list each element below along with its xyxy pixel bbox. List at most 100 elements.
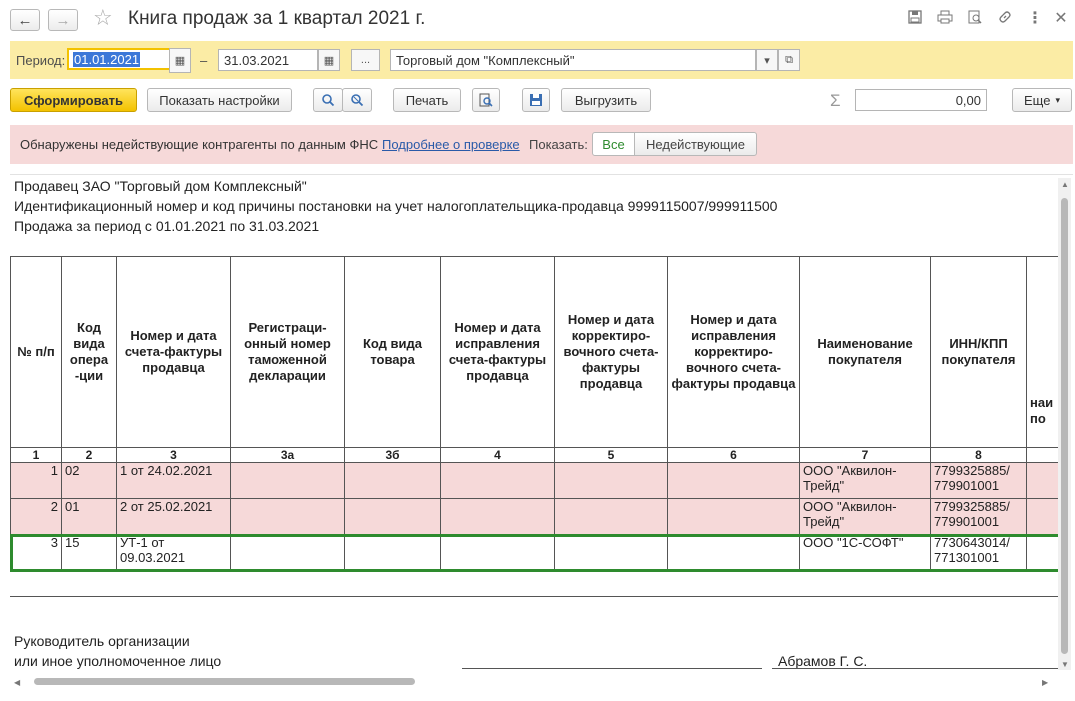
arrow-right-icon: → [55, 11, 71, 29]
search-button[interactable] [313, 88, 343, 112]
print-button[interactable]: Печать [393, 88, 461, 112]
header-cell: Код вида товара [344, 256, 441, 448]
period-dash: – [200, 53, 208, 68]
buyer-cell: ООО "1С-СОФТ" [799, 534, 931, 571]
table-bottom-line [10, 596, 1058, 597]
date-to-calendar-button[interactable]: ▦ [318, 49, 340, 71]
operation-code: 15 [61, 534, 117, 571]
inn-cell: 7730643014/ 771301001 [930, 534, 1027, 571]
column-number: 8 [930, 447, 1027, 463]
back-button[interactable]: ← [10, 9, 40, 31]
invoice-cell: УТ-1 от 09.03.2021 [116, 534, 231, 571]
inn-line: Идентификационный номер и код причины по… [14, 198, 778, 214]
row-number: 2 [10, 498, 62, 535]
period-line: Продажа за период с 01.01.2021 по 31.03.… [14, 218, 320, 234]
search-reset-icon [351, 94, 364, 107]
organization-select[interactable]: Торговый дом "Комплексный" [390, 49, 756, 71]
column-number: 6 [667, 447, 800, 463]
forward-button[interactable]: → [48, 9, 78, 31]
header-cell: Номер и дата счета-фактуры продавца [116, 256, 231, 448]
warning-text: Обнаружены недействующие контрагенты по … [20, 137, 379, 152]
signature-name: Абрамов Г. С. [778, 653, 868, 669]
link-icon[interactable] [996, 10, 1014, 28]
column-numbers-row: 1 2 3 3а 3б 4 5 6 7 8 [10, 447, 1067, 463]
open-window-icon: ⧉ [785, 53, 793, 66]
operation-code: 01 [61, 498, 117, 535]
save-icon [530, 94, 542, 106]
report-area: Продавец ЗАО "Торговый дом Комплексный" … [10, 174, 1073, 691]
column-number: 3б [344, 447, 441, 463]
check-details-link[interactable]: Подробнее о проверке [382, 137, 520, 152]
save-report-button[interactable] [522, 88, 550, 112]
period-select-button[interactable]: ... [351, 49, 380, 71]
column-number: 4 [440, 447, 555, 463]
filter-all-button[interactable]: Все [592, 132, 635, 156]
column-number: 2 [61, 447, 117, 463]
date-from-input[interactable]: 01.01.2021 [67, 48, 171, 70]
date-from-calendar-button[interactable]: ▦ [169, 48, 191, 73]
table-header-row: № п/п Код вида опера -ции Номер и дата с… [10, 256, 1067, 448]
column-number: 1 [10, 447, 62, 463]
header-cell: ИНН/КПП покупателя [930, 256, 1027, 448]
column-number: 7 [799, 447, 931, 463]
print-icon[interactable] [936, 10, 954, 28]
signature-line [462, 668, 762, 669]
export-button[interactable]: Выгрузить [561, 88, 651, 112]
scroll-left-arrow-icon[interactable]: ◀ [14, 678, 20, 687]
scroll-down-arrow-icon[interactable]: ▼ [1061, 660, 1069, 669]
header-cell: Регистраци- онный номер таможенной декла… [230, 256, 345, 448]
header-cell: № п/п [10, 256, 62, 448]
arrow-left-icon: ← [17, 11, 33, 29]
signature-title-line2: или иное уполномоченное лицо [14, 653, 222, 669]
inn-cell: 7799325885/ 779901001 [930, 462, 1027, 499]
scroll-up-arrow-icon[interactable]: ▲ [1061, 180, 1069, 189]
header-cell: Наименование покупателя [799, 256, 931, 448]
name-line [772, 668, 1058, 669]
more-menu-icon[interactable]: ⋮ [1026, 10, 1044, 28]
generate-button[interactable]: Сформировать [10, 88, 137, 112]
organization-open-button[interactable]: ⧉ [778, 49, 800, 71]
horizontal-scroll-thumb[interactable] [34, 678, 415, 685]
scroll-right-arrow-icon[interactable]: ▶ [1042, 678, 1048, 687]
more-button[interactable]: Еще ▾ [1012, 88, 1072, 112]
operation-code: 02 [61, 462, 117, 499]
save-icon[interactable] [906, 10, 924, 28]
signature-title-line1: Руководитель организации [14, 633, 190, 649]
column-number: 3а [230, 447, 345, 463]
favorite-star-icon[interactable]: ☆ [93, 7, 113, 29]
search-reset-button[interactable] [342, 88, 372, 112]
organization-dropdown-button[interactable]: ▾ [756, 49, 778, 71]
header-cell: Номер и дата исправления корректиро- воч… [667, 256, 800, 448]
show-label: Показать: [529, 137, 588, 152]
header-cell: Номер и дата исправления счета-фактуры п… [440, 256, 555, 448]
chevron-down-icon: ▾ [764, 54, 770, 67]
period-label: Период: [16, 53, 66, 68]
window-title: Книга продаж за 1 квартал 2021 г. [128, 8, 426, 29]
preview-icon[interactable] [966, 10, 984, 28]
filter-inactive-button[interactable]: Недействующие [634, 132, 757, 156]
table-row[interactable]: 2 01 2 от 25.02.2021 ООО "Аквилон-Трейд"… [10, 498, 1067, 535]
row-number: 1 [10, 462, 62, 499]
show-settings-button[interactable]: Показать настройки [147, 88, 292, 112]
header-cell: Номер и дата корректиро- вочного счета-ф… [554, 256, 668, 448]
calendar-icon: ▦ [323, 54, 335, 67]
sales-book-table: № п/п Код вида опера -ции Номер и дата с… [10, 256, 1068, 572]
sum-icon: Σ [830, 91, 841, 110]
chevron-down-icon: ▾ [1055, 94, 1060, 105]
header-cell: Код вида опера -ции [61, 256, 117, 448]
calendar-icon: ▦ [174, 55, 186, 67]
invoice-cell: 1 от 24.02.2021 [116, 462, 231, 499]
invoice-cell: 2 от 25.02.2021 [116, 498, 231, 535]
table-row[interactable]: 1 02 1 от 24.02.2021 ООО "Аквилон-Трейд"… [10, 462, 1067, 499]
date-to-input[interactable]: 31.03.2021 [218, 49, 318, 71]
inn-cell: 7799325885/ 779901001 [930, 498, 1027, 535]
print-preview-button[interactable] [472, 88, 500, 112]
seller-line: Продавец ЗАО "Торговый дом Комплексный" [14, 178, 307, 194]
close-icon[interactable]: ✕ [1052, 10, 1070, 28]
table-row-selected[interactable]: 3 15 УТ-1 от 09.03.2021 ООО "1С-СОФТ" 77… [10, 533, 1068, 572]
sum-field[interactable]: 0,00 [855, 89, 987, 111]
print-preview-icon [479, 93, 493, 107]
buyer-cell: ООО "Аквилон-Трейд" [799, 498, 931, 535]
vertical-scroll-thumb[interactable] [1061, 198, 1068, 654]
column-number: 3 [116, 447, 231, 463]
